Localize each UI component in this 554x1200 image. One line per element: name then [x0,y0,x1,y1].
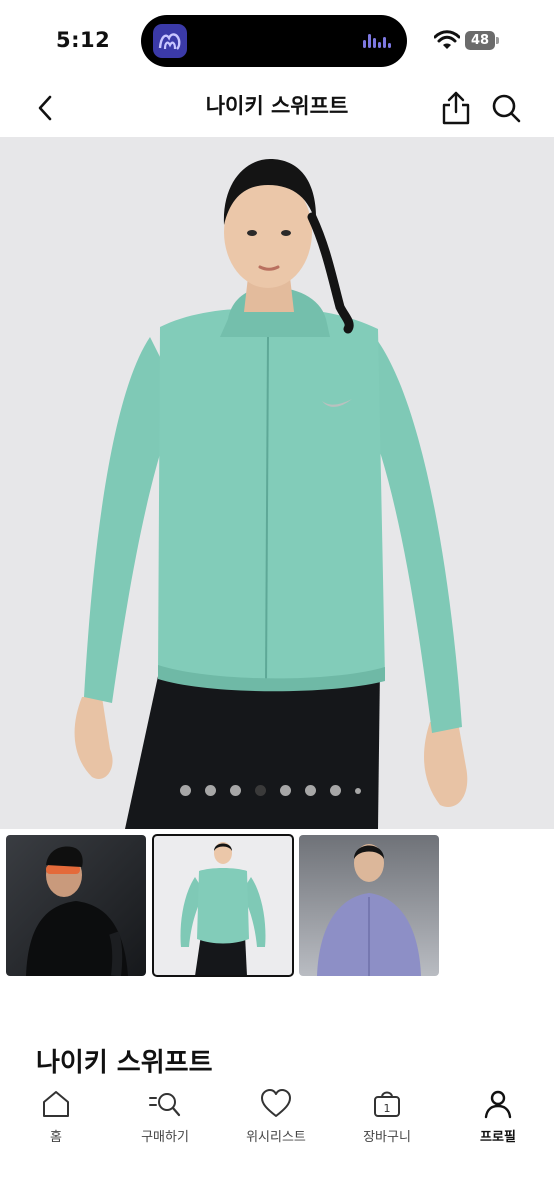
thumbnail-lavender-jacket[interactable] [299,835,439,976]
status-time: 5:12 [56,28,111,52]
product-title: 나이키 스위프트 [36,1048,213,1078]
wifi-icon [434,30,460,49]
home-icon [43,1091,69,1117]
heart-icon [261,1089,291,1117]
pagination-dot[interactable] [180,785,191,796]
pagination-dot[interactable] [255,785,266,796]
app-activity-icon [153,24,187,58]
status-bar: 5:12 48 [0,0,554,80]
pagination-dot[interactable] [355,788,361,794]
search-list-icon [149,1093,181,1117]
tab-wishlist[interactable]: 위시리스트 [226,1088,326,1158]
thumbnail-black-jacket[interactable] [6,835,146,976]
tab-cart[interactable]: 1 장바구니 [337,1088,437,1158]
dynamic-island [141,15,407,67]
model-mint-jacket-photo [0,137,554,829]
battery-level: 48 [465,31,495,50]
pagination-dot[interactable] [280,785,291,796]
share-button[interactable] [438,89,474,127]
top-navigation: 나이키 스위프트 [0,80,554,136]
audio-wave-icon [363,34,393,48]
product-main-image[interactable] [0,137,554,829]
pagination-dot[interactable] [205,785,216,796]
tab-shop-label: 구매하기 [141,1130,189,1145]
cart-count: 1 [384,1102,391,1115]
pagination-dot[interactable] [230,785,241,796]
person-icon [484,1090,512,1119]
shopping-bag-icon: 1 [374,1091,400,1117]
tab-cart-label: 장바구니 [363,1130,411,1145]
battery-indicator: 48 [465,31,499,50]
search-icon [492,94,521,123]
tab-shop[interactable]: 구매하기 [115,1088,215,1158]
tab-home-label: 홈 [50,1130,62,1145]
share-icon [442,91,470,125]
tab-profile-label: 프로필 [480,1130,516,1145]
bottom-tab-bar: 홈 구매하기 위시리스트 1 장바구니 프로필 [0,1078,554,1200]
pagination-dot[interactable] [305,785,316,796]
pagination-dot[interactable] [330,785,341,796]
tab-home[interactable]: 홈 [6,1088,106,1158]
search-button[interactable] [488,90,524,126]
tab-profile[interactable]: 프로필 [448,1088,548,1158]
tab-wishlist-label: 위시리스트 [246,1130,306,1145]
thumbnail-mint-jacket[interactable] [152,834,294,977]
